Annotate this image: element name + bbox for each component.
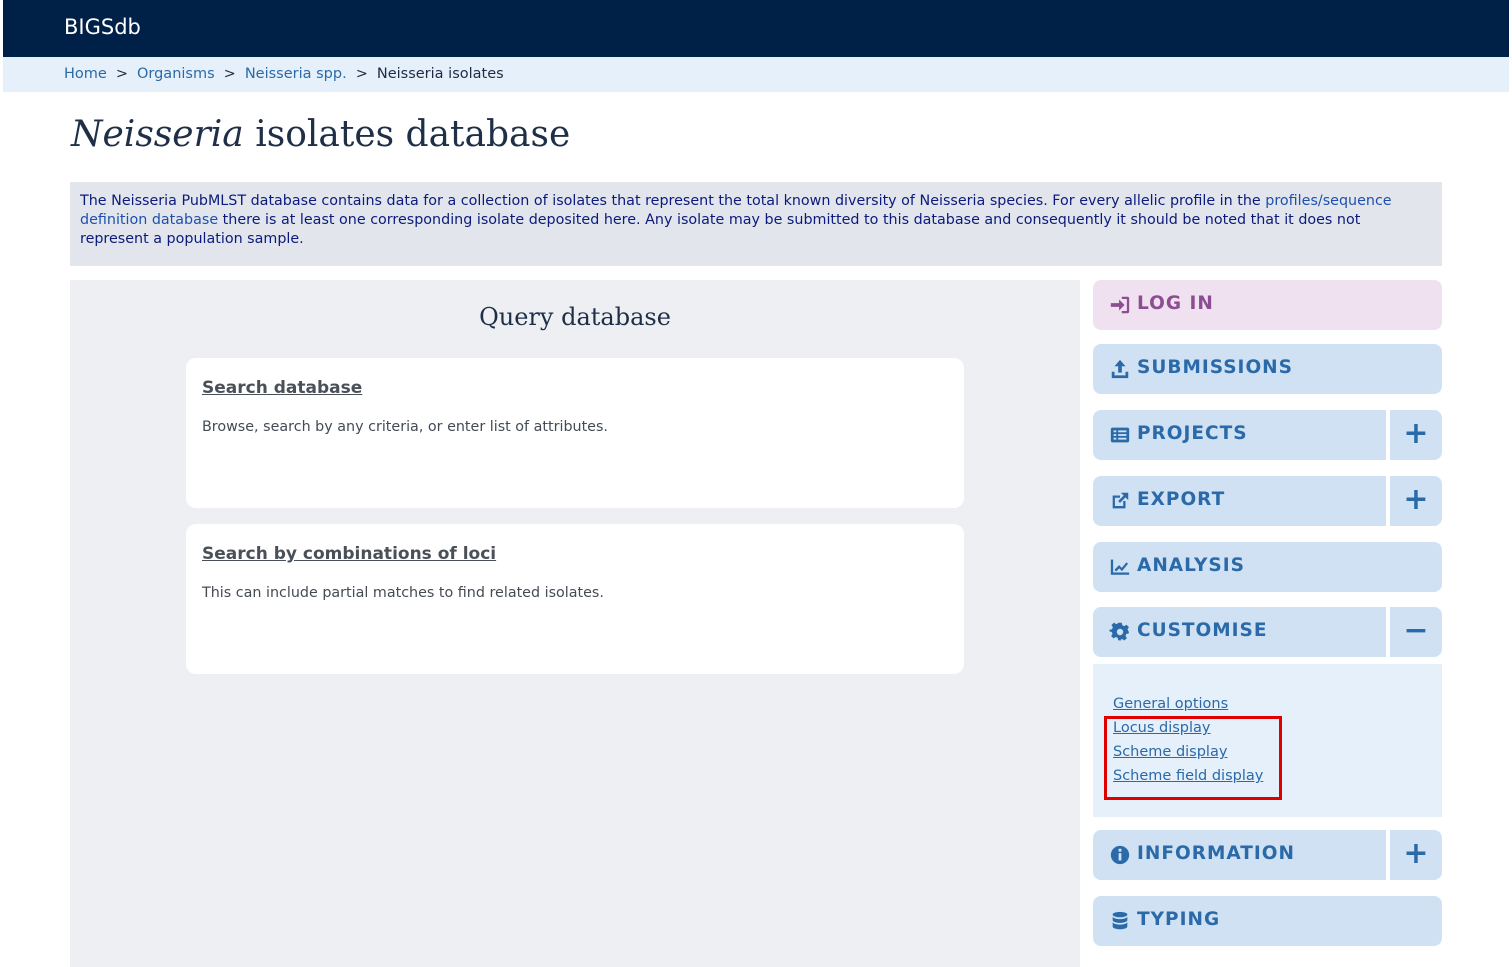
description-text-1: The Neisseria PubMLST database contains … <box>80 193 1266 209</box>
external-link-icon <box>1112 492 1129 509</box>
search-loci-card: Search by combinations of loci This can … <box>186 524 964 674</box>
customise-collapse-button[interactable]: − <box>1390 607 1442 657</box>
submissions-label: SUBMISSIONS <box>1137 357 1293 378</box>
search-loci-description: This can include partial matches to find… <box>202 585 604 601</box>
export-button[interactable]: EXPORT <box>1093 476 1386 526</box>
brand-logo[interactable]: BIGSdb <box>64 15 141 39</box>
general-options-link[interactable]: General options <box>1113 696 1228 712</box>
export-label: EXPORT <box>1137 489 1226 510</box>
page-title-rest: isolates database <box>243 114 571 155</box>
information-button[interactable]: INFORMATION <box>1093 830 1386 880</box>
analysis-label: ANALYSIS <box>1137 555 1245 576</box>
page-title: Neisseria isolates database <box>71 114 570 155</box>
search-database-description: Browse, search by any criteria, or enter… <box>202 419 608 435</box>
database-description: The Neisseria PubMLST database contains … <box>70 182 1442 266</box>
database-icon <box>1112 911 1128 930</box>
top-bar: BIGSdb <box>3 0 1509 57</box>
login-label: LOG IN <box>1137 293 1214 314</box>
gear-icon <box>1109 622 1129 641</box>
search-database-link[interactable]: Search database <box>202 378 362 398</box>
breadcrumb-separator: > <box>355 66 368 82</box>
info-icon <box>1110 845 1130 865</box>
list-icon <box>1110 427 1130 443</box>
breadcrumb: Home > Organisms > Neisseria spp. > Neisseria … <box>64 66 504 82</box>
search-database-card: Search database Browse, search by any cr… <box>186 358 964 508</box>
breadcrumb-organisms[interactable]: Organisms <box>137 66 215 82</box>
projects-label: PROJECTS <box>1137 423 1248 444</box>
submissions-button[interactable]: SUBMISSIONS <box>1093 344 1442 394</box>
information-label: INFORMATION <box>1137 843 1295 864</box>
projects-expand-button[interactable]: + <box>1390 410 1442 460</box>
information-expand-button[interactable]: + <box>1390 830 1442 880</box>
upload-icon <box>1111 359 1129 379</box>
typing-button[interactable]: TYPING <box>1093 896 1442 946</box>
sign-in-icon <box>1110 296 1130 314</box>
login-button[interactable]: LOG IN <box>1093 280 1442 330</box>
breadcrumb-separator: > <box>223 66 236 82</box>
search-loci-link[interactable]: Search by combinations of loci <box>202 544 496 564</box>
customise-button[interactable]: CUSTOMISE <box>1093 607 1386 657</box>
customise-label: CUSTOMISE <box>1137 620 1268 641</box>
breadcrumb-bar: Home > Organisms > Neisseria spp. > Neisseria … <box>3 57 1509 92</box>
breadcrumb-neisseria-spp[interactable]: Neisseria spp. <box>245 66 347 82</box>
query-panel-title: Query database <box>479 303 671 331</box>
typing-label: TYPING <box>1137 909 1221 930</box>
highlight-box <box>1104 716 1282 800</box>
export-expand-button[interactable]: + <box>1390 476 1442 526</box>
page-title-genus: Neisseria <box>71 114 244 155</box>
description-text-2: there is at least one corresponding isol… <box>80 212 1361 247</box>
breadcrumb-separator: > <box>115 66 128 82</box>
breadcrumb-home[interactable]: Home <box>64 66 107 82</box>
analysis-button[interactable]: ANALYSIS <box>1093 542 1442 592</box>
breadcrumb-current: Neisseria isolates <box>376 66 504 82</box>
line-chart-icon <box>1110 559 1130 575</box>
projects-button[interactable]: PROJECTS <box>1093 410 1386 460</box>
